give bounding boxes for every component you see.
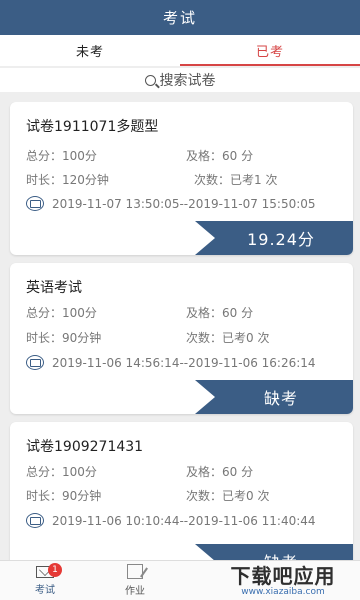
exam-title: 试卷1909271431 xyxy=(26,439,144,455)
exam-time-row: 2019-11-07 13:50:05--2019-11-07 15:50:05 xyxy=(26,196,316,211)
notification-badge: 1 xyxy=(48,563,62,577)
exam-attempts: 次数：已考0 次 xyxy=(186,331,270,345)
tab-not-taken[interactable]: 未考 xyxy=(0,35,180,66)
exam-time-range: 2019-11-07 13:50:05--2019-11-07 15:50:05 xyxy=(52,196,316,211)
exam-list: 试卷1911071多题型 总分：100分 及格：60 分 时长：120分钟 次数… xyxy=(0,102,360,560)
exam-duration-row: 时长：120分钟 次数：已考1 次 xyxy=(26,171,346,188)
exam-attempts: 次数：已考1 次 xyxy=(194,173,278,187)
search-placeholder: 搜索试卷 xyxy=(159,73,216,89)
exam-attempts: 次数：已考0 次 xyxy=(186,489,270,503)
calendar-clock-icon xyxy=(26,196,44,211)
watermark-url: www.xiazaiba.com xyxy=(241,586,325,597)
search-bar[interactable]: 搜索试卷 xyxy=(0,68,360,92)
page-title: 考试 xyxy=(162,9,197,27)
exam-time-range: 2019-11-06 14:56:14--2019-11-06 16:26:14 xyxy=(52,355,316,370)
exam-card[interactable]: 试卷1909271431 总分：100分 及格：60 分 时长：90分钟 次数：… xyxy=(10,422,353,560)
calendar-clock-icon xyxy=(26,355,44,370)
exam-total-score: 总分：100分 xyxy=(26,306,97,320)
exam-pass-score: 及格：60 分 xyxy=(186,306,254,320)
exam-score-row: 总分：100分 及格：60 分 xyxy=(26,463,346,480)
exam-duration-row: 时长：90分钟 次数：已考0 次 xyxy=(26,487,346,504)
exam-card[interactable]: 试卷1911071多题型 总分：100分 及格：60 分 时长：120分钟 次数… xyxy=(10,102,353,255)
exam-duration: 时长：120分钟 xyxy=(26,173,109,187)
watermark-text: 下载吧应用 xyxy=(230,563,336,588)
exam-title: 试卷1911071多题型 xyxy=(26,119,159,135)
exam-time-row: 2019-11-06 10:10:44--2019-11-06 11:40:44 xyxy=(26,513,316,528)
watermark-logo: 下载吧应用 www.xiazaiba.com xyxy=(209,558,357,598)
search-icon xyxy=(144,74,156,86)
edit-icon xyxy=(127,564,143,579)
tab-taken[interactable]: 已考 xyxy=(180,35,360,66)
nav-exam[interactable]: 1 考试 xyxy=(0,561,90,600)
exam-duration-row: 时长：90分钟 次数：已考0 次 xyxy=(26,329,346,346)
exam-score-row: 总分：100分 及格：60 分 xyxy=(26,304,346,321)
exam-card[interactable]: 英语考试 总分：100分 及格：60 分 时长：90分钟 次数：已考0 次 20… xyxy=(10,263,353,414)
app-header: 考试 xyxy=(0,0,360,35)
exam-time-range: 2019-11-06 10:10:44--2019-11-06 11:40:44 xyxy=(52,513,316,528)
nav-homework-label: 作业 xyxy=(125,586,145,597)
calendar-clock-icon xyxy=(26,513,44,528)
exam-result-ribbon: 缺考 xyxy=(195,380,353,414)
exam-result-ribbon: 19.24分 xyxy=(195,221,353,255)
exam-pass-score: 及格：60 分 xyxy=(186,149,254,163)
exam-duration: 时长：90分钟 xyxy=(26,489,102,503)
exam-total-score: 总分：100分 xyxy=(26,149,97,163)
nav-exam-label: 考试 xyxy=(35,584,55,596)
exam-time-row: 2019-11-06 14:56:14--2019-11-06 16:26:14 xyxy=(26,355,316,370)
exam-score-row: 总分：100分 及格：60 分 xyxy=(26,147,346,164)
exam-pass-score: 及格：60 分 xyxy=(186,465,254,479)
exam-total-score: 总分：100分 xyxy=(26,465,97,479)
exam-tabs: 未考 已考 xyxy=(0,35,360,66)
exam-title: 英语考试 xyxy=(26,280,82,296)
nav-homework[interactable]: 作业 xyxy=(90,561,180,600)
exam-duration: 时长：90分钟 xyxy=(26,331,102,345)
